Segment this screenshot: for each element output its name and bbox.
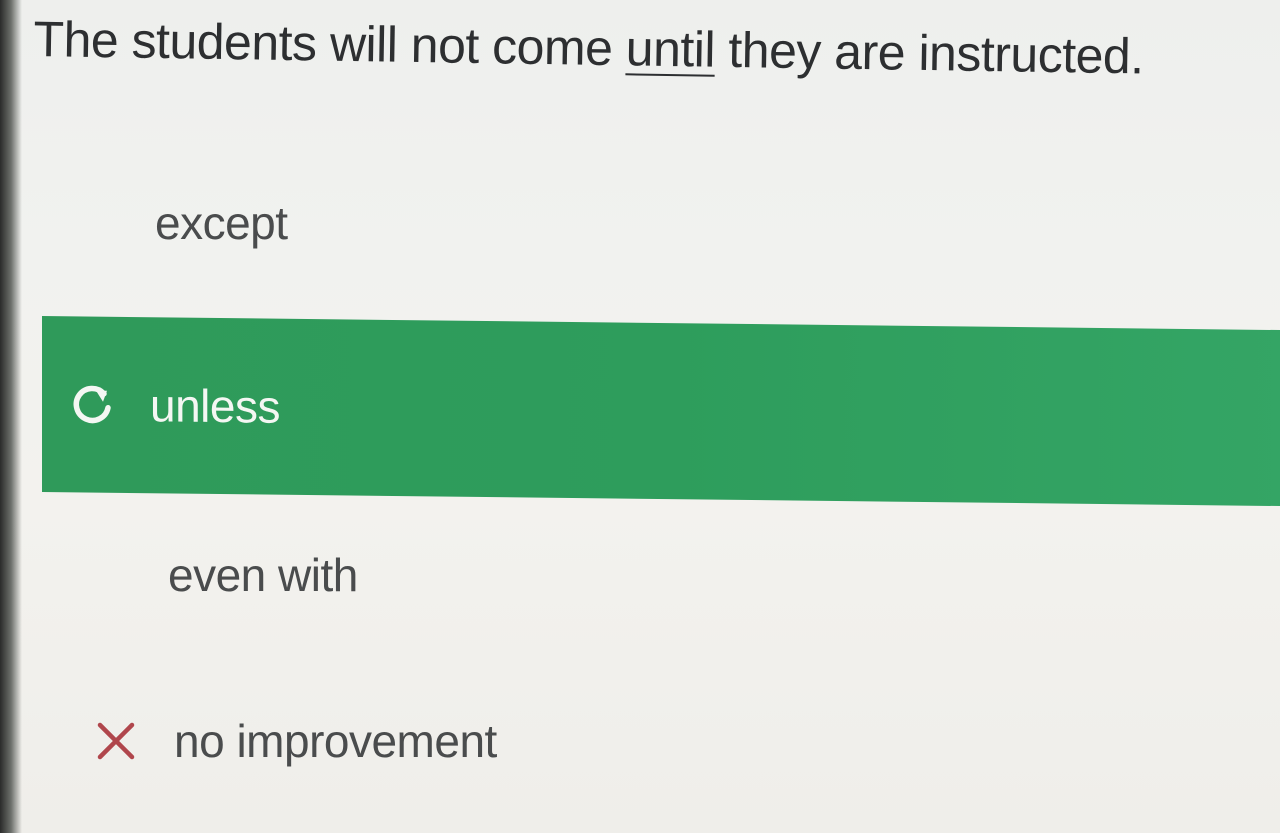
option-unless-selected[interactable]: unless [42, 316, 1280, 507]
option-label: unless [150, 379, 280, 433]
option-except[interactable]: except [0, 188, 1280, 258]
option-label: no improvement [174, 715, 497, 767]
refresh-icon [70, 381, 116, 428]
close-x-icon [96, 721, 136, 761]
option-no-improvement[interactable]: no improvement [0, 706, 1280, 776]
quiz-screen: The students will not come until they ar… [0, 0, 1280, 833]
option-even-with[interactable]: even with [0, 540, 1280, 610]
option-label: except [155, 197, 288, 249]
option-label: even with [168, 549, 358, 601]
answer-options: except unless even with no improvement [0, 0, 1280, 833]
